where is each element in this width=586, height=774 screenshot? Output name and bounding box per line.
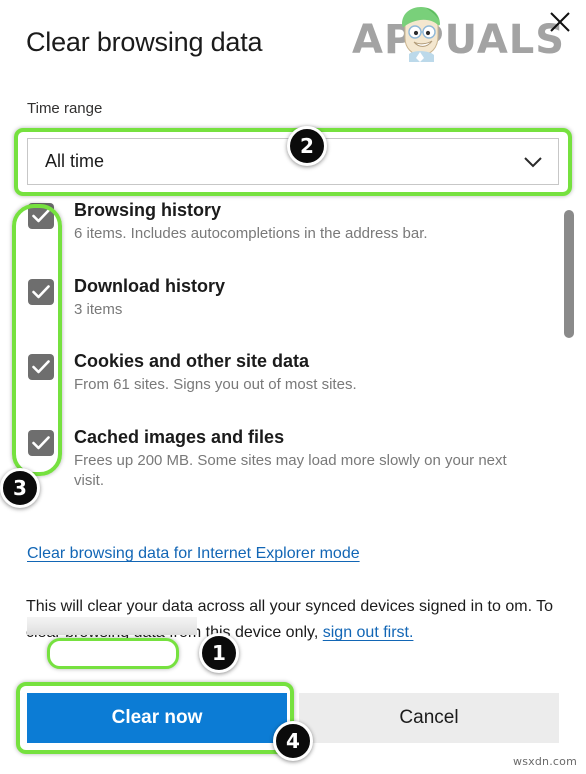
appuals-logo: APPUALS (352, 6, 566, 72)
option-text-2: Cookies and other site data From 61 sites… (74, 351, 534, 395)
annotation-badge-2: 2 (287, 126, 327, 166)
checkbox-option-3[interactable] (28, 430, 54, 456)
clear-now-button[interactable]: Clear now (27, 693, 287, 743)
checkmark-icon (32, 209, 50, 223)
checkbox-option-2[interactable] (28, 354, 54, 380)
option-subtitle: 6 items. Includes autocompletions in the… (74, 224, 428, 242)
option-text-3: Cached images and files Frees up 200 MB. … (74, 427, 534, 491)
sign-out-first-link[interactable]: sign out first. (323, 624, 414, 641)
scrollbar-thumb[interactable] (564, 210, 574, 338)
annotation-badge-4: 4 (273, 721, 313, 761)
option-text-1: Download history 3 items (74, 276, 534, 320)
cancel-button[interactable]: Cancel (299, 693, 559, 743)
redacted-account-email (27, 617, 197, 635)
clear-browsing-data-dialog: APPUALS Clear browsing data Time range A… (0, 0, 586, 774)
site-watermark: wsxdn.com (513, 755, 577, 768)
checkbox-option-0[interactable] (28, 203, 54, 229)
checkmark-icon (32, 360, 50, 374)
checkmark-icon (32, 436, 50, 450)
checkbox-option-1[interactable] (28, 279, 54, 305)
option-title: Browsing history (74, 200, 222, 220)
close-x-icon (550, 12, 570, 32)
time-range-label: Time range (27, 100, 103, 117)
option-title: Cookies and other site data (74, 351, 310, 371)
option-subtitle: Frees up 200 MB. Some sites may load mor… (74, 451, 507, 489)
appuals-mascot-icon (402, 7, 440, 62)
option-title: Cached images and files (74, 427, 285, 447)
appuals-wordmark: APPUALS (352, 17, 566, 63)
option-title: Download history (74, 276, 226, 296)
data-type-options-list: Browsing history 6 items. Includes autoco… (0, 200, 586, 530)
option-subtitle: From 61 sites. Signs you out of most sit… (74, 375, 357, 393)
chevron-down-icon (522, 151, 544, 173)
option-text-0: Browsing history 6 items. Includes autoco… (74, 200, 534, 244)
vertical-scrollbar[interactable] (564, 206, 574, 528)
option-subtitle: 3 items (74, 300, 123, 318)
close-dialog-button[interactable] (543, 5, 577, 39)
checkmark-icon (32, 285, 50, 299)
sync-note-part1: This will clear your data across all you… (26, 598, 501, 615)
dialog-title: Clear browsing data (26, 27, 263, 57)
annotation-badge-1: 1 (199, 633, 239, 673)
ie-mode-link[interactable]: Clear browsing data for Internet Explore… (27, 545, 360, 563)
annotation-badge-3: 3 (0, 468, 40, 508)
time-range-value: All time (45, 151, 105, 171)
